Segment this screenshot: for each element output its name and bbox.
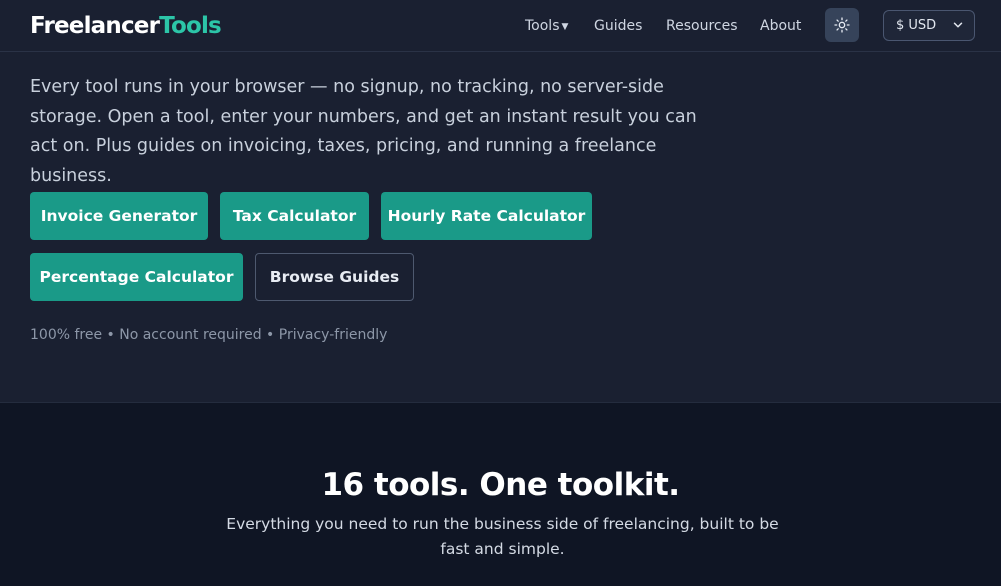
site-logo[interactable]: FreelancerTools: [30, 12, 222, 40]
nav-about-link[interactable]: About: [760, 0, 801, 52]
currency-value: $ USD: [896, 18, 937, 33]
tools-section: 16 tools. One toolkit. Everything you ne…: [0, 402, 1001, 586]
percentage-calculator-button[interactable]: Percentage Calculator: [30, 253, 243, 301]
site-header: FreelancerTools Tools ▼ Guides Resources …: [0, 0, 1001, 52]
nav-tools-dropdown[interactable]: Tools ▼: [525, 0, 568, 52]
hero-tagline: 100% free • No account required • Privac…: [30, 327, 388, 343]
tools-section-title: 16 tools. One toolkit.: [321, 467, 680, 503]
hourly-rate-calculator-button[interactable]: Hourly Rate Calculator: [381, 192, 592, 240]
tools-section-subtitle: Everything you need to run the business …: [226, 515, 779, 558]
logo-text-accent: Tools: [159, 13, 222, 39]
currency-select[interactable]: $ USD: [883, 10, 975, 41]
caret-down-icon: ▼: [561, 22, 569, 32]
invoice-generator-button[interactable]: Invoice Generator: [30, 192, 208, 240]
browse-guides-button[interactable]: Browse Guides: [255, 253, 414, 301]
tax-calculator-button[interactable]: Tax Calculator: [220, 192, 369, 240]
nav-resources-link[interactable]: Resources: [666, 0, 738, 52]
nav-guides-link[interactable]: Guides: [594, 0, 642, 52]
nav-tools-label: Tools: [525, 18, 560, 34]
sun-icon: [834, 17, 850, 33]
logo-text-main: Freelancer: [30, 13, 160, 39]
chevron-down-icon: [953, 22, 963, 28]
hero-description: Every tool runs in your browser — no sig…: [30, 77, 697, 186]
theme-toggle-button[interactable]: [825, 8, 859, 42]
